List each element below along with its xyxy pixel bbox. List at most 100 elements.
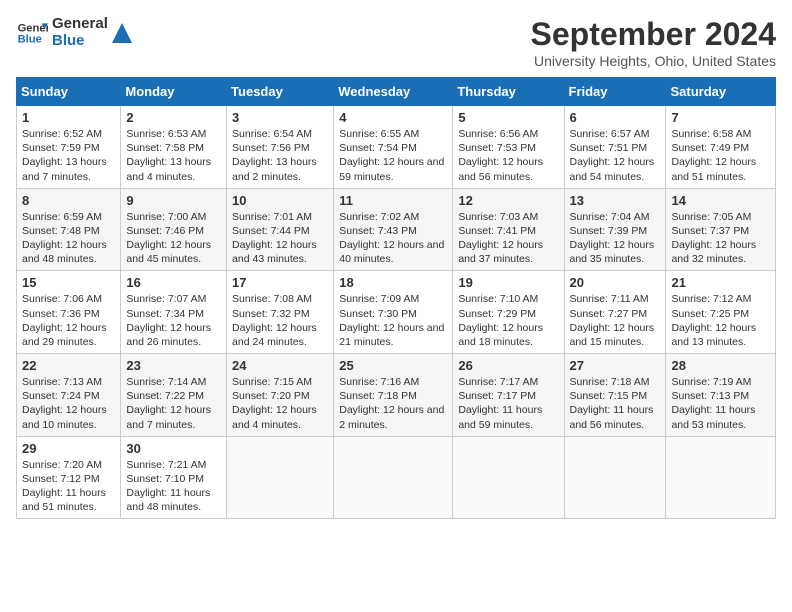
- day-info: Sunrise: 7:05 AMSunset: 7:37 PMDaylight:…: [671, 210, 770, 267]
- week-row-2: 8Sunrise: 6:59 AMSunset: 7:48 PMDaylight…: [17, 188, 776, 271]
- week-row-5: 29 Sunrise: 7:20 AMSunset: 7:12 PMDayligh…: [17, 436, 776, 519]
- calendar-cell: 23 Sunrise: 7:14 AMSunset: 7:22 PMDayligh…: [121, 354, 227, 437]
- day-number: 15: [22, 275, 115, 290]
- calendar-table: SundayMondayTuesdayWednesdayThursdayFrid…: [16, 77, 776, 519]
- day-info: Sunrise: 7:21 AMSunset: 7:10 PMDaylight:…: [126, 458, 221, 515]
- calendar-cell: 29 Sunrise: 7:20 AMSunset: 7:12 PMDayligh…: [17, 436, 121, 519]
- calendar-cell: [564, 436, 666, 519]
- day-number: 19: [458, 275, 558, 290]
- day-info: Sunrise: 7:16 AMSunset: 7:18 PMDaylight:…: [339, 375, 447, 432]
- day-number: 2: [126, 110, 221, 125]
- calendar-cell: 25 Sunrise: 7:16 AMSunset: 7:18 PMDayligh…: [334, 354, 453, 437]
- day-number: 12: [458, 193, 558, 208]
- calendar-cell: 16 Sunrise: 7:07 AMSunset: 7:34 PMDayligh…: [121, 271, 227, 354]
- calendar-cell: 7 Sunrise: 6:58 AMSunset: 7:49 PMDaylight…: [666, 106, 776, 189]
- logo: General Blue General Blue: [16, 16, 132, 49]
- day-number: 4: [339, 110, 447, 125]
- calendar-cell: 8Sunrise: 6:59 AMSunset: 7:48 PMDaylight…: [17, 188, 121, 271]
- day-info: Sunrise: 6:56 AMSunset: 7:53 PMDaylight:…: [458, 127, 558, 184]
- week-row-4: 22Sunrise: 7:13 AMSunset: 7:24 PMDayligh…: [17, 354, 776, 437]
- week-row-3: 15Sunrise: 7:06 AMSunset: 7:36 PMDayligh…: [17, 271, 776, 354]
- day-number: 23: [126, 358, 221, 373]
- calendar-cell: 6Sunrise: 6:57 AMSunset: 7:51 PMDaylight…: [564, 106, 666, 189]
- day-info: Sunrise: 7:07 AMSunset: 7:34 PMDaylight:…: [126, 292, 221, 349]
- day-info: Sunrise: 7:15 AMSunset: 7:20 PMDaylight:…: [232, 375, 328, 432]
- day-info: Sunrise: 6:58 AMSunset: 7:49 PMDaylight:…: [671, 127, 770, 184]
- day-number: 6: [570, 110, 661, 125]
- calendar-cell: 18 Sunrise: 7:09 AMSunset: 7:30 PMDayligh…: [334, 271, 453, 354]
- day-info: Sunrise: 6:54 AMSunset: 7:56 PMDaylight:…: [232, 127, 328, 184]
- calendar-cell: 27Sunrise: 7:18 AMSunset: 7:15 PMDayligh…: [564, 354, 666, 437]
- calendar-cell: [666, 436, 776, 519]
- calendar-cell: 3 Sunrise: 6:54 AMSunset: 7:56 PMDaylight…: [227, 106, 334, 189]
- day-info: Sunrise: 7:02 AMSunset: 7:43 PMDaylight:…: [339, 210, 447, 267]
- day-number: 3: [232, 110, 328, 125]
- day-number: 26: [458, 358, 558, 373]
- day-number: 10: [232, 193, 328, 208]
- calendar-cell: 4 Sunrise: 6:55 AMSunset: 7:54 PMDaylight…: [334, 106, 453, 189]
- day-number: 7: [671, 110, 770, 125]
- day-info: Sunrise: 7:08 AMSunset: 7:32 PMDaylight:…: [232, 292, 328, 349]
- day-number: 5: [458, 110, 558, 125]
- week-row-1: 1 Sunrise: 6:52 AMSunset: 7:59 PMDaylight…: [17, 106, 776, 189]
- calendar-cell: [453, 436, 564, 519]
- calendar-cell: 14Sunrise: 7:05 AMSunset: 7:37 PMDayligh…: [666, 188, 776, 271]
- calendar-cell: 13 Sunrise: 7:04 AMSunset: 7:39 PMDayligh…: [564, 188, 666, 271]
- day-info: Sunrise: 7:10 AMSunset: 7:29 PMDaylight:…: [458, 292, 558, 349]
- day-number: 21: [671, 275, 770, 290]
- day-info: Sunrise: 7:03 AMSunset: 7:41 PMDaylight:…: [458, 210, 558, 267]
- column-header-saturday: Saturday: [666, 78, 776, 106]
- day-number: 27: [570, 358, 661, 373]
- calendar-cell: [334, 436, 453, 519]
- day-number: 9: [126, 193, 221, 208]
- day-number: 22: [22, 358, 115, 373]
- column-header-wednesday: Wednesday: [334, 78, 453, 106]
- calendar-body: 1 Sunrise: 6:52 AMSunset: 7:59 PMDaylight…: [17, 106, 776, 519]
- day-number: 17: [232, 275, 328, 290]
- calendar-cell: 24 Sunrise: 7:15 AMSunset: 7:20 PMDayligh…: [227, 354, 334, 437]
- calendar-cell: 15Sunrise: 7:06 AMSunset: 7:36 PMDayligh…: [17, 271, 121, 354]
- calendar-cell: 11 Sunrise: 7:02 AMSunset: 7:43 PMDayligh…: [334, 188, 453, 271]
- day-number: 30: [126, 441, 221, 456]
- day-number: 13: [570, 193, 661, 208]
- day-number: 1: [22, 110, 115, 125]
- calendar-cell: 2 Sunrise: 6:53 AMSunset: 7:58 PMDaylight…: [121, 106, 227, 189]
- calendar-cell: 21Sunrise: 7:12 AMSunset: 7:25 PMDayligh…: [666, 271, 776, 354]
- day-info: Sunrise: 6:52 AMSunset: 7:59 PMDaylight:…: [22, 127, 115, 184]
- calendar-header-row: SundayMondayTuesdayWednesdayThursdayFrid…: [17, 78, 776, 106]
- calendar-cell: 26 Sunrise: 7:17 AMSunset: 7:17 PMDayligh…: [453, 354, 564, 437]
- calendar-cell: 10Sunrise: 7:01 AMSunset: 7:44 PMDayligh…: [227, 188, 334, 271]
- calendar-cell: 12 Sunrise: 7:03 AMSunset: 7:41 PMDayligh…: [453, 188, 564, 271]
- header: General Blue General Blue September 2024…: [16, 16, 776, 69]
- day-info: Sunrise: 6:55 AMSunset: 7:54 PMDaylight:…: [339, 127, 447, 184]
- svg-text:Blue: Blue: [18, 33, 42, 45]
- calendar-title: September 2024: [531, 16, 776, 53]
- day-number: 20: [570, 275, 661, 290]
- logo-blue: Blue: [52, 33, 108, 50]
- calendar-cell: 22Sunrise: 7:13 AMSunset: 7:24 PMDayligh…: [17, 354, 121, 437]
- column-header-monday: Monday: [121, 78, 227, 106]
- day-info: Sunrise: 6:53 AMSunset: 7:58 PMDaylight:…: [126, 127, 221, 184]
- day-number: 18: [339, 275, 447, 290]
- day-info: Sunrise: 7:11 AMSunset: 7:27 PMDaylight:…: [570, 292, 661, 349]
- day-number: 29: [22, 441, 115, 456]
- day-number: 28: [671, 358, 770, 373]
- calendar-cell: 28Sunrise: 7:19 AMSunset: 7:13 PMDayligh…: [666, 354, 776, 437]
- logo-icon: General Blue: [16, 17, 48, 49]
- day-info: Sunrise: 7:17 AMSunset: 7:17 PMDaylight:…: [458, 375, 558, 432]
- day-info: Sunrise: 7:20 AMSunset: 7:12 PMDaylight:…: [22, 458, 115, 515]
- calendar-cell: 17 Sunrise: 7:08 AMSunset: 7:32 PMDayligh…: [227, 271, 334, 354]
- day-number: 25: [339, 358, 447, 373]
- day-number: 24: [232, 358, 328, 373]
- day-info: Sunrise: 7:04 AMSunset: 7:39 PMDaylight:…: [570, 210, 661, 267]
- logo-triangle-icon: [112, 23, 132, 43]
- column-header-tuesday: Tuesday: [227, 78, 334, 106]
- day-info: Sunrise: 7:09 AMSunset: 7:30 PMDaylight:…: [339, 292, 447, 349]
- logo-general: General: [52, 16, 108, 33]
- day-number: 11: [339, 193, 447, 208]
- calendar-cell: 5 Sunrise: 6:56 AMSunset: 7:53 PMDaylight…: [453, 106, 564, 189]
- column-header-thursday: Thursday: [453, 78, 564, 106]
- day-info: Sunrise: 7:14 AMSunset: 7:22 PMDaylight:…: [126, 375, 221, 432]
- day-number: 16: [126, 275, 221, 290]
- day-info: Sunrise: 6:59 AMSunset: 7:48 PMDaylight:…: [22, 210, 115, 267]
